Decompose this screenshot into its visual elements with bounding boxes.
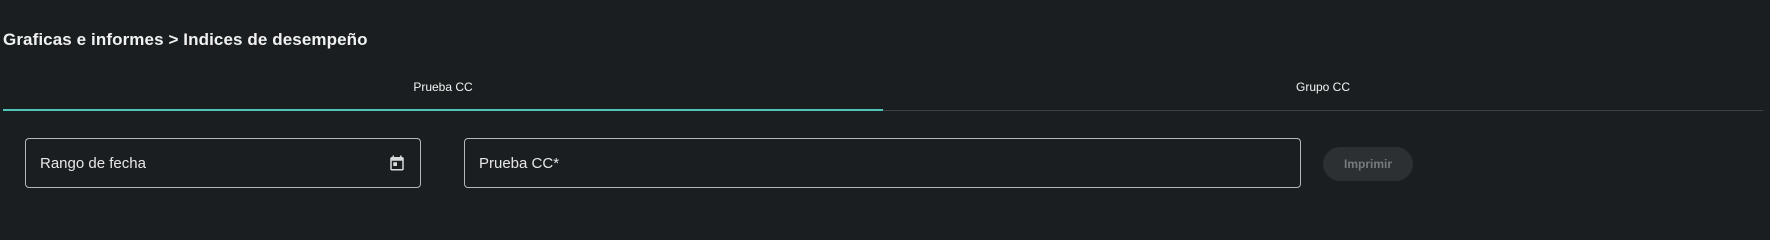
breadcrumb: Graficas e informes > Indices de desempe… bbox=[3, 30, 368, 49]
date-range-field[interactable]: Rango de fecha bbox=[25, 138, 421, 188]
tab-grupo-cc[interactable]: Grupo CC bbox=[883, 70, 1763, 110]
tab-label: Prueba CC bbox=[413, 80, 473, 94]
tab-bar: Prueba CC Grupo CC bbox=[3, 70, 1763, 111]
page: Graficas e informes > Indices de desempe… bbox=[0, 0, 1770, 220]
prueba-cc-label: Prueba CC* bbox=[479, 154, 560, 172]
date-range-label: Rango de fecha bbox=[40, 154, 146, 172]
tab-label: Grupo CC bbox=[1295, 80, 1351, 94]
calendar-icon[interactable] bbox=[388, 154, 406, 172]
prueba-cc-select[interactable]: Prueba CC* bbox=[464, 138, 1301, 188]
tab-prueba-cc[interactable]: Prueba CC bbox=[3, 70, 883, 111]
print-button[interactable]: Imprimir bbox=[1323, 147, 1413, 181]
